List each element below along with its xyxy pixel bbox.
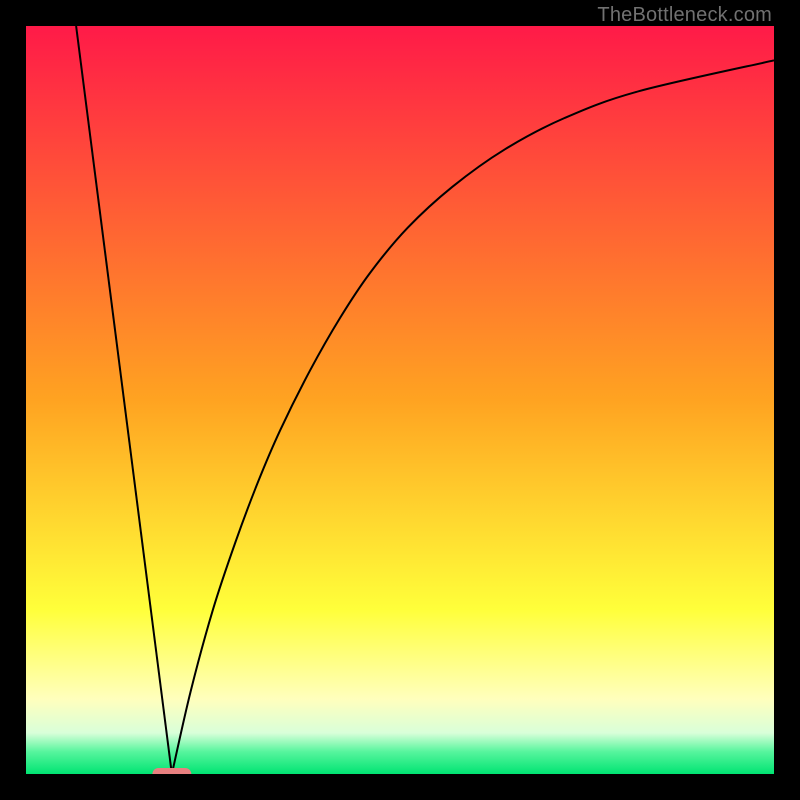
plot-frame [26, 26, 774, 774]
chart-background [26, 26, 774, 774]
bottleneck-chart [26, 26, 774, 774]
target-marker [152, 768, 191, 774]
watermark-text: TheBottleneck.com [597, 4, 772, 27]
